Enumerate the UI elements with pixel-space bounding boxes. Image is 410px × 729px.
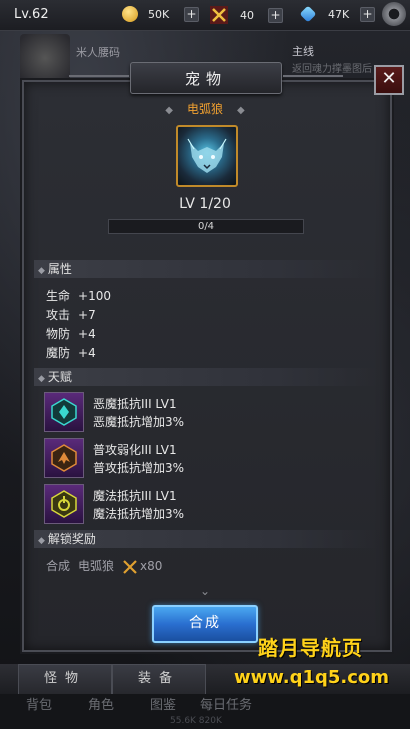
gem-resource: 47K + — [299, 5, 375, 23]
diamond-right-icon: ◆ — [237, 105, 245, 116]
bottom-numbers: 55.6K 820K — [170, 716, 222, 726]
unlock-target: 电弧狼 — [78, 559, 115, 573]
craft-button[interactable]: 合成 — [152, 605, 258, 643]
talents-header-label: 天赋 — [47, 370, 72, 384]
stat-row: 攻击 +7 — [46, 306, 96, 323]
talent-name: 魔法抵抗III LV1 — [93, 489, 177, 503]
demon-resist-icon — [51, 398, 77, 426]
player-level: Lv.62 — [14, 7, 49, 22]
pet-name: 电弧狼 — [186, 102, 223, 116]
nav-character[interactable]: 角色 — [88, 694, 114, 713]
stat-value: +7 — [78, 308, 96, 322]
pet-portrait[interactable] — [176, 125, 238, 187]
stat-value: +4 — [78, 327, 96, 341]
diamond-icon: ◆ — [38, 266, 45, 276]
xp-progress-bar: 0/4 — [108, 219, 304, 234]
talent-name: 恶魔抵抗III LV1 — [93, 397, 177, 411]
attributes-header-label: 属性 — [47, 262, 72, 276]
unlock-header-label: 解锁奖励 — [47, 532, 96, 546]
pet-name-row: ◆ 电弧狼 ◆ — [0, 100, 410, 117]
attack-weaken-icon — [51, 444, 77, 472]
talent-icon-magic-resist[interactable] — [44, 484, 84, 524]
sword-resource: 40 + — [210, 6, 283, 24]
stat-label: 攻击 — [46, 308, 71, 322]
stat-value: +4 — [78, 346, 96, 360]
add-swords-button[interactable]: + — [268, 7, 283, 23]
settings-gear-icon[interactable] — [382, 2, 406, 26]
talent-icon-attack-weaken[interactable] — [44, 438, 84, 478]
talent-icon-demon-resist[interactable] — [44, 392, 84, 432]
tab-equipment[interactable]: 装备 — [112, 664, 206, 696]
bg-task-right: 主线 — [292, 45, 314, 58]
crossed-swords-icon — [210, 6, 228, 24]
stat-label: 生命 — [46, 289, 71, 303]
xp-progress-text: 0/4 — [197, 221, 215, 232]
stat-row: 物防 +4 — [46, 325, 96, 342]
wolf-icon — [187, 138, 227, 173]
top-status-bar: Lv.62 50K + 40 + 47K + — [0, 0, 410, 31]
pet-level: LV 1/20 — [179, 196, 231, 212]
attributes-header: ◆ 属性 — [34, 260, 378, 278]
watermark-url: www.q1q5.com — [234, 667, 390, 688]
coin-resource: 50K + — [122, 6, 199, 22]
talent-desc: 恶魔抵抗增加3% — [93, 415, 185, 429]
nav-codex[interactable]: 图鉴 — [150, 694, 176, 713]
diamond-icon: ◆ — [38, 536, 45, 546]
stat-row: 生命 +100 — [46, 287, 111, 304]
diamond-icon: ◆ — [38, 374, 45, 384]
gem-icon — [299, 5, 317, 23]
close-button[interactable]: ✕ — [374, 65, 404, 95]
watermark-title: 踏月导航页 — [258, 636, 363, 660]
diamond-left-icon: ◆ — [165, 105, 173, 116]
talent-desc: 魔法抵抗增加3% — [93, 507, 185, 521]
talents-header: ◆ 天赋 — [34, 368, 378, 386]
unlock-reward-line: 合成 电弧狼 x80 — [46, 557, 170, 575]
bg-task-right-sub: 返回魂力撑墨图后 — [292, 64, 372, 75]
add-coins-button[interactable]: + — [184, 6, 199, 22]
talent-desc: 普攻抵抗增加3% — [93, 461, 185, 475]
gem-amount: 47K — [328, 7, 350, 21]
stat-row: 魔防 +4 — [46, 344, 96, 361]
stat-value: +100 — [78, 289, 111, 303]
modal-title: 宠物 — [69, 62, 343, 94]
magic-resist-icon — [51, 490, 77, 518]
nav-daily-tasks[interactable]: 每日任务 — [200, 694, 252, 713]
stat-label: 魔防 — [46, 346, 71, 360]
stat-label: 物防 — [46, 327, 71, 341]
sword-amount: 40 — [240, 8, 254, 22]
bg-task-left: 米人腰码 — [76, 46, 120, 59]
nav-bag[interactable]: 背包 — [26, 694, 52, 713]
coin-icon — [122, 6, 138, 22]
unlock-header: ◆ 解锁奖励 — [34, 530, 378, 548]
chevron-down-icon: ⌄ — [199, 584, 211, 598]
add-gems-button[interactable]: + — [360, 6, 375, 22]
talent-name: 普攻弱化III LV1 — [93, 443, 177, 457]
crossed-swords-icon — [123, 559, 137, 574]
unlock-compose-label: 合成 — [46, 559, 71, 573]
tab-monsters[interactable]: 怪物 — [18, 664, 112, 696]
coin-amount: 50K — [148, 7, 170, 21]
unlock-cost: x80 — [140, 559, 163, 573]
